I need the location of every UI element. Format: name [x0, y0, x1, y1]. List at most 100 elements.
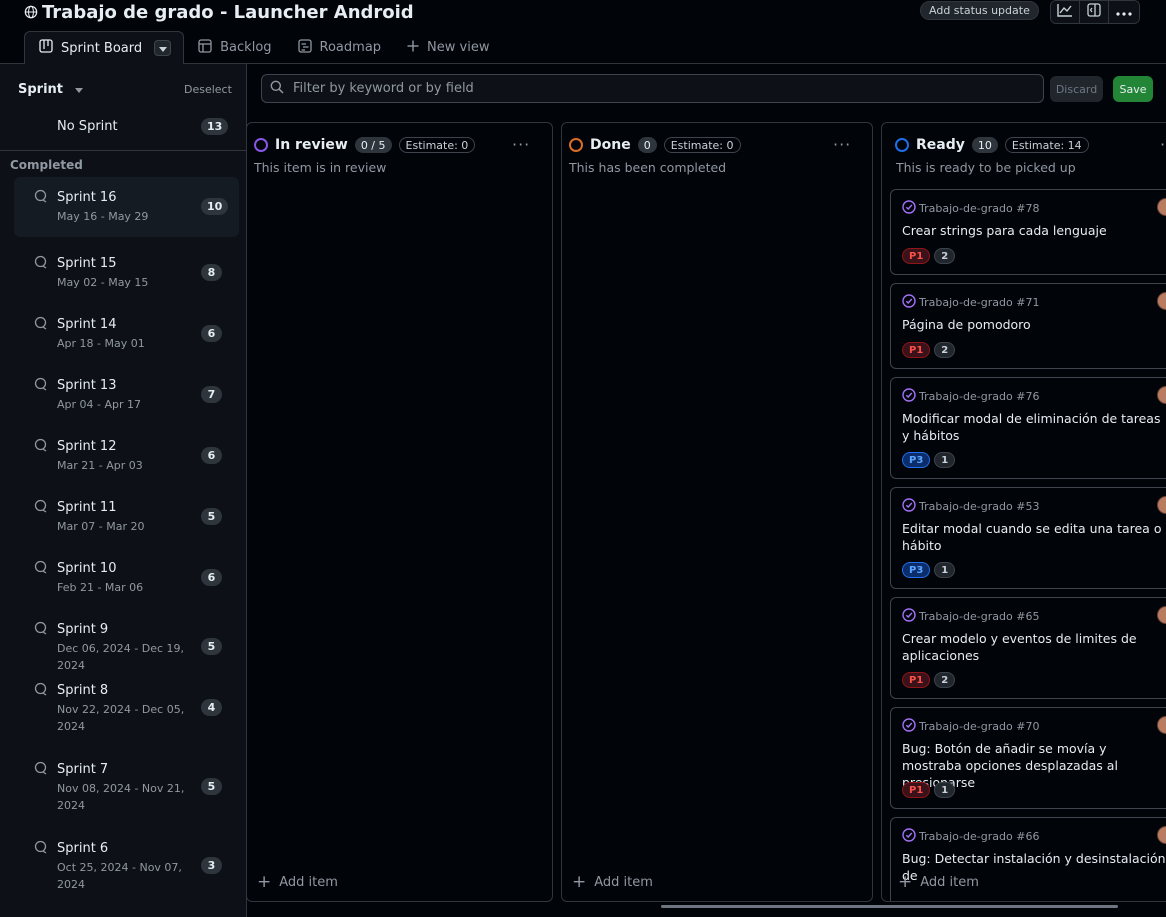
save-button[interactable]: Save [1113, 76, 1153, 102]
project-header: Trabajo de grado - Launcher Android Add … [0, 0, 1166, 65]
sprint-item[interactable]: Sprint 13 Apr 04 - Apr 17 7 [14, 365, 239, 425]
issue-card[interactable]: Trabajo-de-grado #70 Bug: Botón de añadir… [890, 707, 1166, 809]
issue-card[interactable]: Trabajo-de-grado #53 Editar modal cuando … [890, 487, 1166, 589]
sprint-item[interactable]: Sprint 12 Mar 21 - Apr 03 6 [14, 426, 239, 486]
sprint-group-header[interactable]: Sprint [18, 82, 84, 97]
issue-reference[interactable]: Trabajo-de-grado #70 [902, 718, 1039, 735]
assignee-avatar[interactable] [1157, 496, 1166, 514]
assignee-avatar[interactable] [1157, 826, 1166, 844]
issue-title[interactable]: Crear modelo y eventos de limites de apl… [902, 630, 1166, 664]
column-menu-icon[interactable]: ··· [833, 135, 851, 154]
assignee-avatar[interactable] [1157, 386, 1166, 404]
column-menu-icon[interactable]: ··· [1160, 135, 1166, 154]
tab-roadmap[interactable]: Roadmap [284, 31, 394, 64]
insights-button[interactable] [1051, 1, 1080, 23]
plus-icon [407, 40, 419, 56]
tab-label: New view [427, 40, 490, 55]
sprint-name: Sprint 14 [57, 317, 117, 332]
sprint-group-label: Sprint [18, 82, 64, 97]
globe-icon [24, 5, 38, 19]
add-item-button[interactable]: + Add item [257, 874, 338, 891]
view-toolbar [1050, 0, 1140, 24]
issue-fields: P3 1 [902, 452, 956, 468]
assignee-avatar[interactable] [1157, 292, 1166, 310]
sprint-dates: May 16 - May 29 [57, 210, 149, 223]
issue-open-icon [902, 200, 916, 217]
issue-title[interactable]: Crear strings para cada lenguaje [902, 222, 1166, 239]
title-row: Trabajo de grado - Launcher Android [24, 0, 414, 24]
issue-card[interactable]: Trabajo-de-grado #71 Página de pomodoro P1… [890, 283, 1166, 369]
sprint-count: 5 [201, 638, 222, 655]
more-options-button[interactable] [1109, 1, 1139, 23]
column-menu-icon[interactable]: ··· [512, 135, 530, 154]
sprint-item[interactable]: Sprint 7 Nov 08, 2024 - Nov 21, 2024 5 [14, 749, 239, 827]
table-icon [198, 38, 212, 57]
new-view-button[interactable]: New view [393, 31, 501, 64]
roadmap-icon [297, 38, 312, 57]
sprint-item[interactable]: Sprint 6 Oct 25, 2024 - Nov 07, 2024 3 [14, 828, 239, 906]
sprint-name: Sprint 9 [57, 622, 109, 637]
iteration-icon [34, 438, 48, 456]
horizontal-scrollbar[interactable] [661, 905, 1118, 908]
sprint-dates: Apr 04 - Apr 17 [57, 398, 142, 411]
add-item-label: Add item [279, 875, 338, 890]
insights-icon [1057, 3, 1073, 21]
issue-reference[interactable]: Trabajo-de-grado #76 [902, 388, 1039, 405]
plus-icon: + [898, 872, 913, 892]
estimate-badge: 1 [934, 782, 956, 798]
sprint-item[interactable]: Sprint 15 May 02 - May 15 8 [14, 243, 239, 303]
issue-open-icon [902, 828, 916, 845]
sprint-item[interactable]: Sprint 11 Mar 07 - Mar 20 5 [14, 487, 239, 547]
issue-card[interactable]: Trabajo-de-grado #78 Crear strings para c… [890, 189, 1166, 275]
issue-ref-label: Trabajo-de-grado #78 [919, 202, 1040, 215]
issue-title[interactable]: Modificar modal de eliminación de tareas… [902, 410, 1166, 444]
caret-down-icon [158, 41, 167, 56]
sprint-item[interactable]: Sprint 16 May 16 - May 29 10 [14, 177, 239, 237]
issue-reference[interactable]: Trabajo-de-grado #71 [902, 294, 1039, 311]
add-item-button[interactable]: + Add item [898, 874, 979, 891]
filter-placeholder: Filter by keyword or by field [293, 81, 474, 96]
estimate-badge: 1 [934, 452, 956, 468]
column-estimate: Estimate: 0 [663, 137, 741, 153]
assignee-avatar[interactable] [1157, 198, 1166, 216]
issue-card[interactable]: Trabajo-de-grado #65 Crear modelo y event… [890, 597, 1166, 699]
add-status-update-button[interactable]: Add status update [920, 1, 1039, 20]
tab-options-button[interactable] [154, 40, 172, 56]
issue-ref-label: Trabajo-de-grado #71 [919, 296, 1040, 309]
priority-badge: P1 [902, 782, 931, 798]
tab-backlog[interactable]: Backlog [184, 31, 283, 64]
sprint-dates: Oct 25, 2024 - Nov 07, 2024 [57, 861, 182, 891]
sprint-name: Sprint 8 [57, 683, 109, 698]
assignee-avatar[interactable] [1157, 606, 1166, 624]
discard-button[interactable]: Discard [1050, 76, 1103, 102]
estimate-badge: 2 [934, 342, 956, 358]
panel-layout-button[interactable] [1080, 1, 1109, 23]
sprint-count: 6 [201, 447, 222, 464]
issue-open-icon [902, 388, 916, 405]
add-item-button[interactable]: + Add item [572, 874, 653, 891]
tab-sprint-board[interactable]: Sprint Board [24, 31, 185, 65]
no-sprint-item[interactable]: No Sprint [57, 119, 118, 134]
sprint-count: 5 [201, 508, 222, 525]
issue-open-icon [902, 608, 916, 625]
issue-card[interactable]: Trabajo-de-grado #76 Modificar modal de e… [890, 377, 1166, 479]
sprint-item[interactable]: Sprint 8 Nov 22, 2024 - Dec 05, 2024 4 [14, 670, 239, 748]
assignee-avatar[interactable] [1157, 716, 1166, 734]
sprint-item[interactable]: Sprint 14 Apr 18 - May 01 6 [14, 304, 239, 364]
estimate-badge: 2 [934, 248, 956, 264]
issue-reference[interactable]: Trabajo-de-grado #53 [902, 498, 1039, 515]
sprint-item[interactable]: Sprint 10 Feb 21 - Mar 06 6 [14, 548, 239, 608]
iteration-icon [34, 761, 48, 779]
kebab-icon [1116, 5, 1132, 20]
filter-input[interactable]: Filter by keyword or by field [261, 74, 1044, 103]
sprint-count: 10 [201, 198, 229, 215]
priority-badge: P1 [902, 342, 931, 358]
issue-reference[interactable]: Trabajo-de-grado #78 [902, 200, 1039, 217]
issue-reference[interactable]: Trabajo-de-grado #66 [902, 828, 1039, 845]
issue-title[interactable]: Editar modal cuando se edita una tarea o… [902, 520, 1166, 554]
issue-open-icon [902, 294, 916, 311]
issue-reference[interactable]: Trabajo-de-grado #65 [902, 608, 1039, 625]
deselect-button[interactable]: Deselect [184, 83, 232, 96]
issue-title[interactable]: Página de pomodoro [902, 316, 1166, 333]
column-count: 0 [637, 137, 657, 153]
